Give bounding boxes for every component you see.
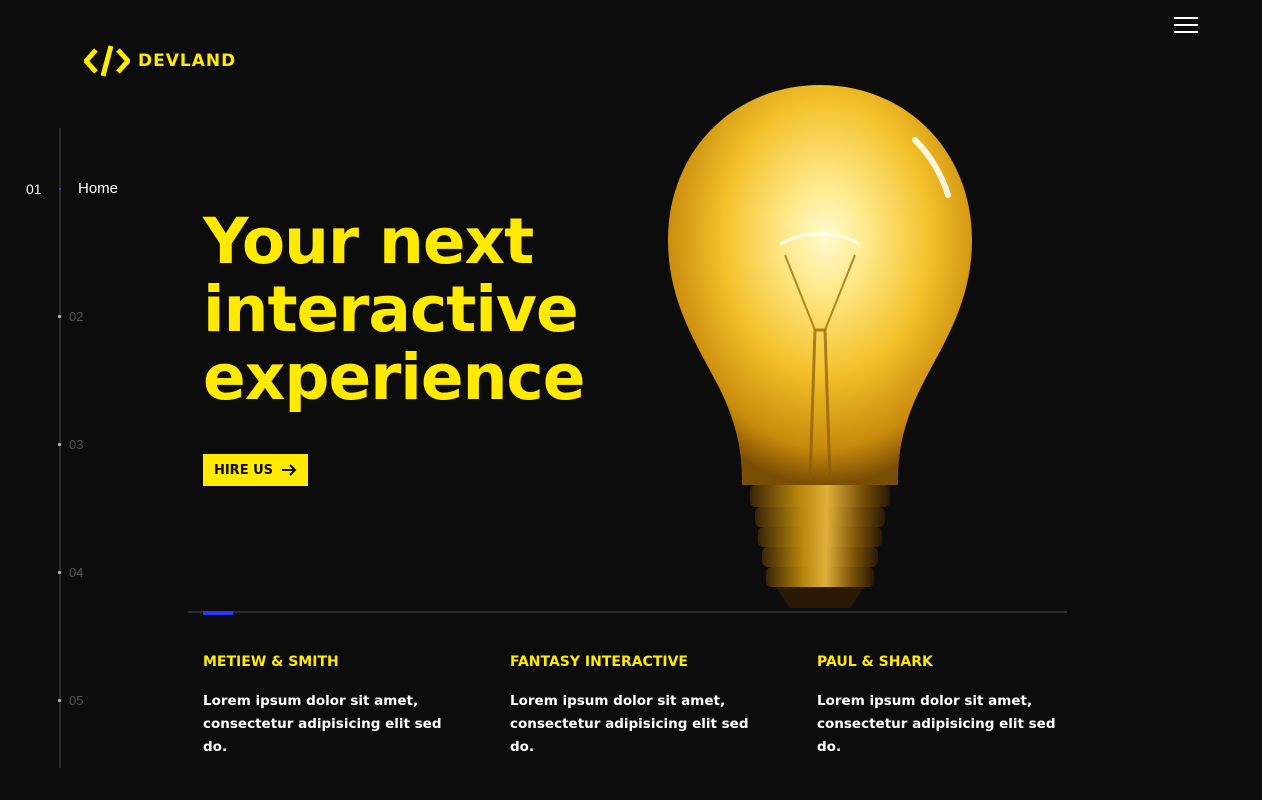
side-nav-item-home[interactable]: Home [78,180,118,197]
side-nav-number: 02 [69,309,84,324]
client-description: Lorem ipsum dolor sit amet, consectetur … [817,693,1056,755]
side-nav-dot [58,571,61,574]
side-nav-item-04[interactable]: 04 [58,565,83,580]
brand-name: DEVLAND [138,51,237,71]
client-description: Lorem ipsum dolor sit amet, consectetur … [510,693,749,755]
client-card: FANTASY INTERACTIVE Lorem ipsum dolor si… [510,654,790,759]
hero-title: Your next interactive experience [203,205,586,414]
side-nav-active-marker [59,188,61,190]
side-nav-number: 05 [69,693,84,708]
divider-accent [203,611,233,615]
side-nav-dot [58,315,61,318]
site-logo[interactable]: DEVLAND [84,44,236,78]
side-nav-dot [58,443,61,446]
side-nav-item-05[interactable]: 05 [58,693,83,708]
client-card: METIEW & SMITH Lorem ipsum dolor sit ame… [203,654,483,759]
hire-us-label: HIRE US [213,462,274,478]
side-nav-number: 03 [69,437,84,452]
client-description: Lorem ipsum dolor sit amet, consectetur … [203,693,442,755]
light-bulb-image [668,85,972,608]
side-nav-item-02[interactable]: 02 [58,309,83,324]
client-card: PAUL & SHARK Lorem ipsum dolor sit amet,… [817,654,1097,759]
code-brackets-icon [84,45,130,77]
side-nav-item-03[interactable]: 03 [58,437,83,452]
hamburger-menu-icon[interactable] [1174,17,1198,35]
hire-us-button[interactable]: HIRE US [203,454,308,486]
client-name: FANTASY INTERACTIVE [510,654,688,670]
section-divider [188,611,1067,613]
side-nav-number: 04 [69,565,84,580]
side-nav-active-number: 01 [26,181,42,197]
client-name: PAUL & SHARK [817,654,933,670]
arrow-right-icon [282,464,297,476]
client-name: METIEW & SMITH [203,654,339,670]
side-nav-dot [58,699,61,702]
